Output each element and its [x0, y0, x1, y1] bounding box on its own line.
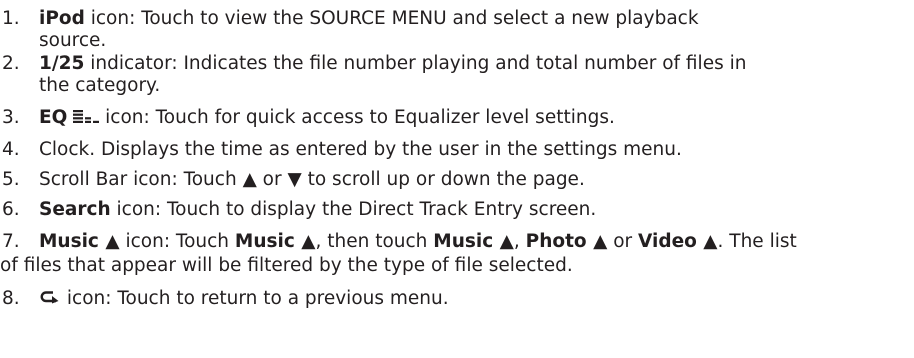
- ipod-label: iPod: [39, 8, 85, 29]
- music-label: Music ▲: [433, 231, 514, 252]
- up-triangle-icon: ▲: [242, 169, 257, 190]
- photo-label: Photo ▲: [525, 231, 608, 252]
- numbered-list: 1. iPod icon: Touch to view the SOURCE M…: [0, 0, 914, 358]
- item-text: Scroll Bar icon: Touch ▲ or ▼ to scroll …: [39, 169, 585, 190]
- item-text: Clock. Displays the time as entered by t…: [39, 139, 682, 160]
- search-label: Search: [39, 199, 111, 220]
- return-arrow-icon: [39, 288, 67, 309]
- equalizer-icon: [73, 107, 100, 129]
- music-label: Music ▲: [39, 231, 120, 252]
- item-text: EQ icon: Touch for quick access to Equal…: [39, 107, 615, 129]
- item-text: Music ▲ icon: Touch Music ▲, then touch …: [39, 231, 797, 252]
- item-number: 4.: [2, 139, 20, 160]
- item-number: 7.: [2, 231, 20, 252]
- eq-label: EQ: [39, 107, 68, 128]
- item-text: 1/25 indicator: Indicates the file numbe…: [39, 53, 747, 96]
- item-number: 1.: [2, 8, 20, 29]
- item-number: 2.: [2, 53, 20, 74]
- item-number: 5.: [2, 169, 20, 190]
- item-text: Search icon: Touch to display the Direct…: [39, 199, 597, 220]
- item-text: icon: Touch to return to a previous menu…: [39, 288, 889, 310]
- item-text: iPod icon: Touch to view the SOURCE MENU…: [39, 8, 699, 51]
- item-number: 3.: [2, 107, 20, 128]
- item-number: 8.: [2, 288, 20, 309]
- file-count-label: 1/25: [39, 53, 85, 74]
- item-number: 6.: [2, 199, 20, 220]
- down-triangle-icon: ▼: [287, 169, 302, 190]
- video-label: Video ▲: [638, 231, 718, 252]
- music-label: Music ▲: [234, 231, 316, 252]
